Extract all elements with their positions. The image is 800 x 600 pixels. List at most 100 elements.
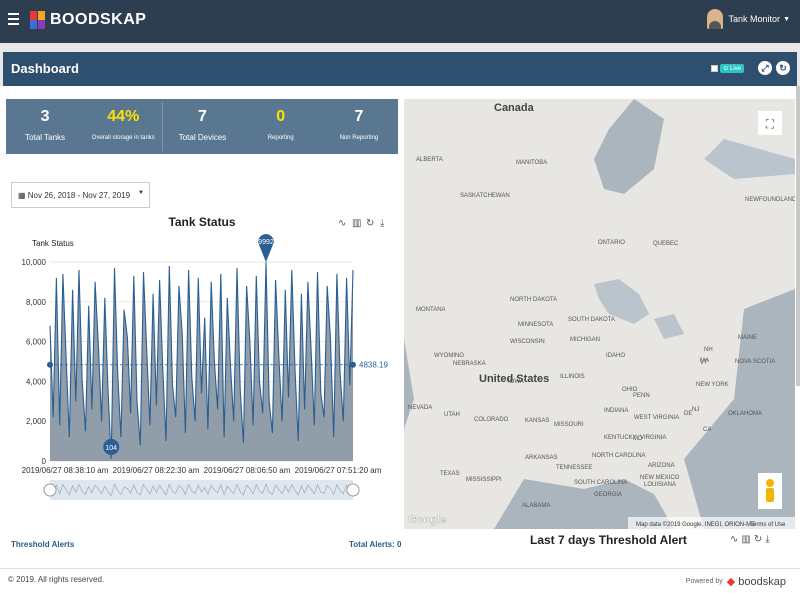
reset-icon[interactable]: ↻ xyxy=(754,534,765,545)
zoom-handle-left xyxy=(43,483,57,497)
terms-link[interactable]: Terms of Use xyxy=(750,522,786,528)
map-region-label: ALABAMA xyxy=(522,503,550,509)
x-tick-label: 2019/06/27 07:51:20 am xyxy=(295,466,382,475)
map-region-label: OKLAHOMA xyxy=(728,411,762,417)
user-menu[interactable]: Tank Monitor ▼ xyxy=(706,9,790,29)
live-checkbox[interactable] xyxy=(711,64,719,72)
boodskap-logo-icon xyxy=(30,11,46,29)
chart-toolbar: ∿ ▥ ↻ ⤓ xyxy=(338,218,385,229)
fullscreen-icon[interactable]: ⤢ xyxy=(758,61,772,75)
map-region-label: NORTH CAROLINA xyxy=(592,453,646,459)
map-region-label: ARIZONA xyxy=(648,463,675,469)
live-badge: ⊙ Live xyxy=(720,63,744,73)
stat-label: Overall storage in tanks xyxy=(91,135,155,141)
chart-series xyxy=(49,262,354,461)
map-region-label: NEW YORK xyxy=(696,382,729,388)
map-region-label: NEVADA xyxy=(408,405,432,411)
map-region-label: ALBERTA xyxy=(416,157,443,163)
avatar xyxy=(706,9,723,29)
map-region-label: MISSOURI xyxy=(554,422,584,428)
seven-day-toolbar: ∿▥↻⤓ xyxy=(730,534,773,545)
map-region-label: PENN xyxy=(633,393,650,399)
stat-value: 3 xyxy=(40,108,50,125)
map-region-label: KENTUCKY xyxy=(604,435,637,441)
hamburger-menu-icon[interactable] xyxy=(8,13,19,26)
map-region-label: MD xyxy=(633,436,643,442)
bar-chart-icon[interactable]: ▥ xyxy=(741,534,753,545)
map-region-label: ONTARIO xyxy=(598,240,625,246)
zoom-slider[interactable] xyxy=(43,480,360,500)
y-tick-label: 4,000 xyxy=(26,377,47,386)
stat-reporting: 0 Reporting xyxy=(242,99,320,154)
x-tick-label: 2019/06/27 08:22:30 am xyxy=(113,466,200,475)
brand-name: boodskap xyxy=(738,576,786,588)
refresh-icon[interactable]: ↻ xyxy=(776,61,790,75)
powered-label: Powered by xyxy=(685,578,723,585)
map-region-label: MA xyxy=(700,358,709,364)
page-title: Dashboard xyxy=(11,61,79,76)
stat-value: 44% xyxy=(107,108,140,125)
current-marker-right xyxy=(350,361,356,368)
seven-day-threshold-title: Last 7 days Threshold Alert xyxy=(530,533,687,547)
y-tick-label: 8,000 xyxy=(26,298,47,307)
map-region-label: INDIANA xyxy=(604,408,628,414)
copyright: © 2019. All rights reserved. xyxy=(8,575,105,584)
map-region-label: ARKANSAS xyxy=(525,455,558,461)
map-region-label: KANSAS xyxy=(525,418,549,424)
threshold-alerts-title: Threshold Alerts xyxy=(11,540,75,549)
live-label: Live xyxy=(729,65,741,72)
line-chart-icon[interactable]: ∿ xyxy=(730,534,741,545)
powered-by: Powered by ◆ boodskap xyxy=(686,575,786,588)
zoom-handle-right xyxy=(346,483,360,497)
footer-brand[interactable]: ◆ boodskap xyxy=(727,575,786,588)
y-axis-label: Tank Status xyxy=(32,239,74,248)
stat-total-devices: 7 Total Devices xyxy=(163,99,241,154)
stats-bar: 3 Total Tanks 44% Overall storage in tanks… xyxy=(6,99,398,154)
date-range-picker[interactable]: ▦ Nov 26, 2018 - Nov 27, 2019 ▼ xyxy=(11,182,150,208)
map-region-label: WEST VIRGINIA xyxy=(634,415,679,421)
stat-label: Total Devices xyxy=(178,133,227,142)
map-region-label: UTAH xyxy=(444,412,460,418)
min-label: 104 xyxy=(105,445,117,452)
y-tick-label: 6,000 xyxy=(26,338,47,347)
line-chart-icon[interactable]: ∿ xyxy=(338,218,346,229)
stat-total-tanks: 3 Total Tanks xyxy=(6,99,84,154)
y-axis-ticks: 0 2,000 4,000 6,000 8,000 10,000 xyxy=(22,258,47,466)
download-icon[interactable]: ⤓ xyxy=(380,218,385,229)
chevron-down-icon: ▼ xyxy=(783,15,790,23)
download-icon[interactable]: ⤓ xyxy=(765,534,772,545)
max-label: 9992 xyxy=(258,239,274,246)
x-tick-label: 2019/06/27 08:38:10 am xyxy=(22,466,109,475)
pegman-body xyxy=(766,488,774,502)
stat-value: 7 xyxy=(354,108,364,125)
map-region-label: SOUTH DAKOTA xyxy=(568,317,615,323)
stat-value: 7 xyxy=(198,108,207,125)
top-navbar: BOODSKAP Tank Monitor ▼ xyxy=(0,0,800,43)
page-scrollbar[interactable] xyxy=(796,86,800,386)
map-region-label: MONTANA xyxy=(416,307,446,313)
map-region-label: IOWA xyxy=(508,379,524,385)
map-region-label: VIRGINIA xyxy=(640,435,666,441)
pegman-icon xyxy=(766,479,774,487)
stat-non-reporting: 7 Non Reporting xyxy=(320,99,398,154)
stat-overall-storage: 44% Overall storage in tanks xyxy=(84,99,162,154)
current-marker-left xyxy=(47,361,53,368)
map-region-label: LOUISIANA xyxy=(644,482,676,488)
map-region-label: QUEBEC xyxy=(653,241,679,247)
map-svg: Canada United States ALBERTA MANITOBASASK… xyxy=(404,99,795,529)
map-region-label: MAINE xyxy=(738,335,757,341)
reset-icon[interactable]: ↻ xyxy=(366,218,374,229)
map-region-label: MICHIGAN xyxy=(570,337,600,343)
footer: © 2019. All rights reserved. Powered by … xyxy=(0,568,800,600)
bar-chart-icon[interactable]: ▥ xyxy=(352,218,361,229)
map-attribution: Map data ©2019 Google, INEGI, ORION-ME xyxy=(636,521,755,528)
y-tick-label: 10,000 xyxy=(22,258,47,267)
map-region-label: WYOMING xyxy=(434,353,464,359)
dashboard-header: Dashboard ⊙ Live ⤢ ↻ xyxy=(3,52,797,86)
map-view[interactable]: Canada United States ALBERTA MANITOBA SASK… xyxy=(404,99,795,529)
y-tick-label: 2,000 xyxy=(26,417,47,426)
app-logo[interactable]: BOODSKAP xyxy=(30,9,146,31)
map-region-label: SASKATCHEWAN xyxy=(460,193,510,199)
map-region-label: CA xyxy=(703,427,711,433)
map-region-label: MISSISSIPPI xyxy=(466,477,502,483)
